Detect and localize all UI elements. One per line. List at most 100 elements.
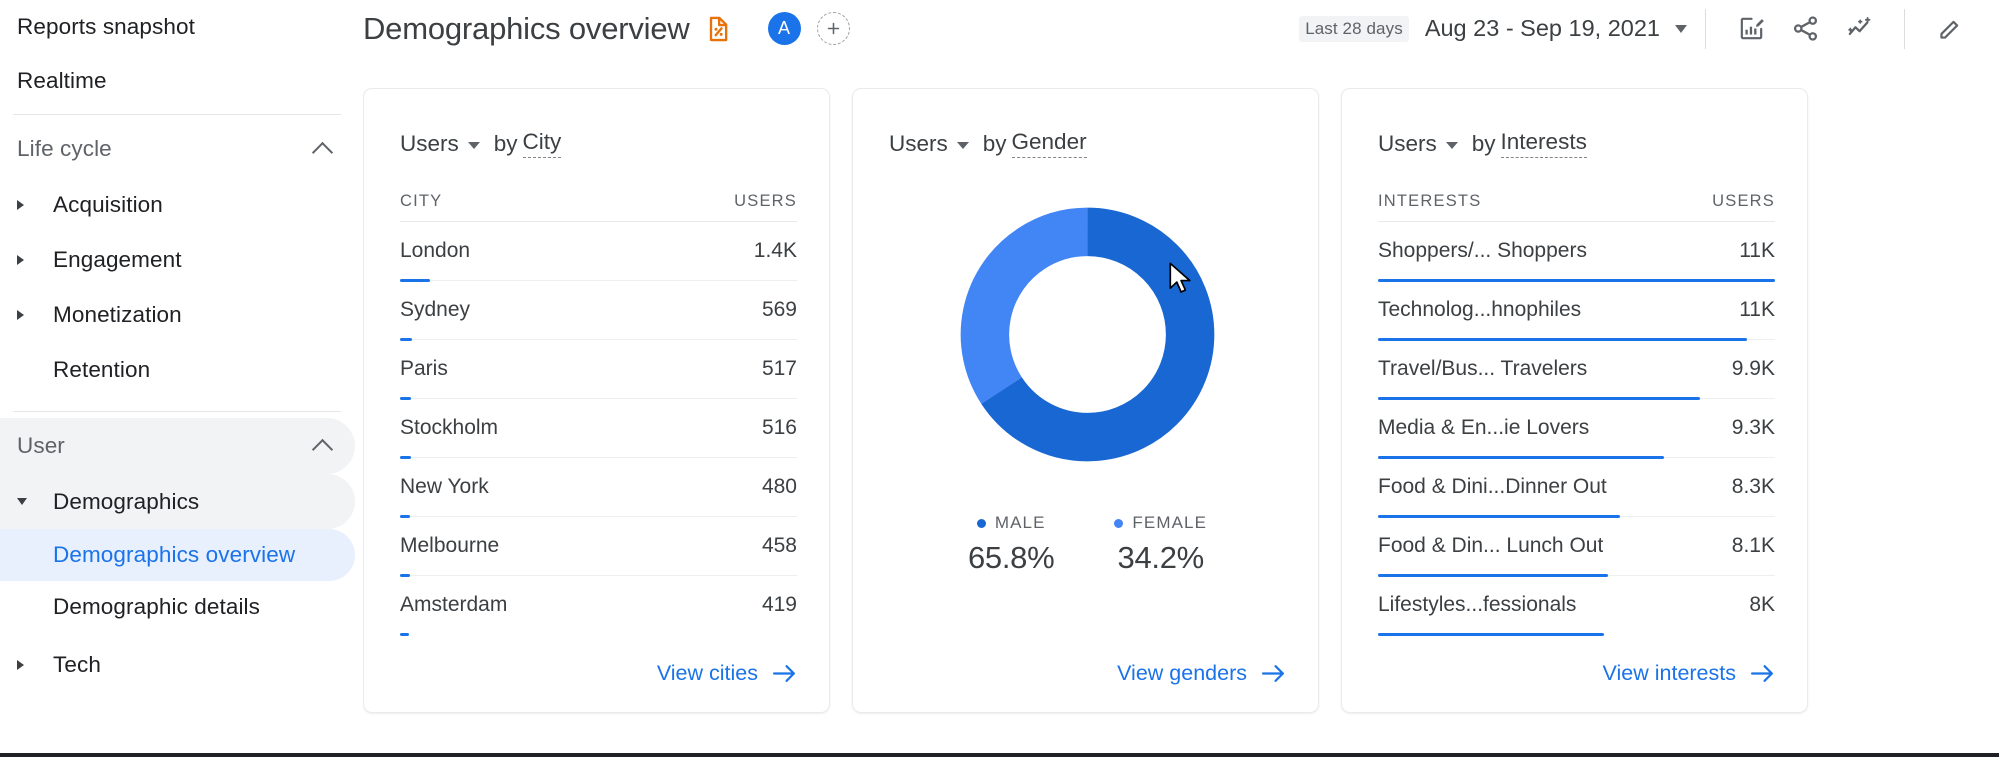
metric-selector[interactable]: Users: [889, 131, 948, 157]
metric-selector[interactable]: Users: [1378, 131, 1437, 157]
arrow-right-icon: [1261, 664, 1286, 683]
arrow-right-icon: [1750, 664, 1775, 683]
row-value: 480: [761, 475, 797, 498]
sidebar-item-monetization[interactable]: Monetization: [0, 287, 355, 342]
caret-right-icon[interactable]: [17, 659, 53, 670]
card-footer: View cities: [364, 661, 797, 686]
sidebar-item-demographics-overview[interactable]: Demographics overview: [0, 529, 355, 581]
sidebar-item-label: Demographic details: [53, 594, 261, 619]
customize-report-icon[interactable]: [1729, 7, 1773, 51]
view-cities-label: View cities: [656, 661, 758, 685]
caret-right-icon[interactable]: [17, 199, 53, 210]
header-right-controls: Last 28 days Aug 23 - Sep 19, 2021: [1299, 7, 1999, 51]
card-header: Users by City: [400, 129, 797, 158]
column-header-metric: USERS: [1712, 192, 1775, 210]
sidebar-item-label: Engagement: [53, 246, 182, 272]
table-row[interactable]: Travel/Bus... Travelers 9.9K: [1378, 340, 1775, 400]
insights-icon[interactable]: [1837, 7, 1881, 51]
dimension-selector[interactable]: Gender: [1011, 129, 1087, 158]
view-interests-link[interactable]: View interests: [1603, 661, 1775, 686]
card-header: Users by Gender: [889, 129, 1286, 158]
date-range-picker[interactable]: Aug 23 - Sep 19, 2021: [1425, 15, 1660, 42]
chevron-down-icon[interactable]: [1675, 24, 1687, 33]
chevron-down-icon[interactable]: [1445, 142, 1458, 149]
gender-donut-chart[interactable]: [889, 192, 1286, 477]
table-row[interactable]: Media & En...ie Lovers 9.3K: [1378, 399, 1775, 459]
card-header: Users by Interests: [1378, 129, 1775, 158]
table-row[interactable]: London 1.4K: [400, 222, 797, 282]
arrow-right-icon: [772, 664, 797, 683]
sidebar-item-label: Demographics overview: [53, 542, 296, 567]
table-row[interactable]: New York 480: [400, 458, 797, 518]
avatar[interactable]: A: [767, 12, 801, 45]
interests-table-body: Shoppers/... Shoppers 11K Technolog...hn…: [1378, 222, 1775, 636]
card-footer: View interests: [1342, 661, 1775, 686]
row-bar: [1378, 632, 1605, 636]
row-value: 11K: [1739, 239, 1775, 262]
caret-down-icon[interactable]: [17, 498, 53, 505]
row-label: Melbourne: [400, 534, 500, 557]
row-value: 9.3K: [1731, 416, 1775, 439]
sidebar-divider: [13, 411, 341, 412]
row-value: 517: [761, 357, 797, 380]
column-header-metric: USERS: [734, 192, 797, 210]
row-label: Technolog...hnophiles: [1378, 298, 1582, 321]
add-user-button[interactable]: [816, 12, 850, 45]
row-value: 9.9K: [1731, 357, 1775, 380]
row-value: 458: [761, 534, 797, 557]
sidebar-item-label: Acquisition: [53, 191, 163, 217]
caret-right-icon[interactable]: [17, 309, 53, 320]
chevron-down-icon[interactable]: [956, 142, 969, 149]
sidebar-section-user[interactable]: User: [0, 418, 355, 474]
window-bottom-edge: [0, 753, 1999, 757]
sidebar-item-engagement[interactable]: Engagement: [0, 232, 355, 287]
view-interests-label: View interests: [1602, 661, 1736, 685]
row-label: Sydney: [400, 298, 471, 321]
sidebar-item-demographic-details[interactable]: Demographic details: [0, 581, 355, 633]
donut-svg: [960, 207, 1215, 462]
caret-right-icon[interactable]: [17, 254, 53, 265]
sidebar-item-demographics[interactable]: Demographics: [0, 474, 355, 529]
table-row[interactable]: Lifestyles...fessionals 8K: [1378, 576, 1775, 636]
edit-pencil-icon[interactable]: [1928, 7, 1972, 51]
chevron-down-icon[interactable]: [467, 142, 480, 149]
table-row[interactable]: Shoppers/... Shoppers 11K: [1378, 222, 1775, 282]
sidebar-item-reports-snapshot[interactable]: Reports snapshot: [0, 0, 355, 54]
table-row[interactable]: Paris 517: [400, 340, 797, 400]
sidebar-item-realtime[interactable]: Realtime: [0, 54, 355, 108]
chevron-up-icon[interactable]: [311, 438, 334, 460]
sidebar-item-retention[interactable]: Retention: [0, 342, 355, 397]
view-cities-link[interactable]: View cities: [657, 661, 797, 686]
dimension-selector[interactable]: City: [522, 129, 562, 158]
row-label: London: [400, 239, 471, 262]
row-label: Stockholm: [400, 416, 499, 439]
table-row[interactable]: Amsterdam 419: [400, 576, 797, 636]
left-sidebar-navigation: Reports snapshot Realtime Life cycle Acq…: [0, 0, 363, 757]
view-genders-link[interactable]: View genders: [1117, 661, 1286, 686]
chevron-up-icon[interactable]: [311, 141, 334, 163]
column-header-dimension: CITY: [400, 192, 443, 210]
sidebar-divider: [13, 114, 341, 115]
sidebar-item-label: Retention: [53, 356, 151, 382]
sidebar-section-life-cycle[interactable]: Life cycle: [0, 121, 355, 177]
dimension-selector[interactable]: Interests: [1500, 129, 1587, 158]
card-users-by-city: Users by City CITY USERS London 1.4K Syd…: [363, 88, 830, 713]
share-icon[interactable]: [1783, 7, 1827, 51]
by-label: by: [1471, 130, 1496, 156]
table-row[interactable]: Melbourne 458: [400, 517, 797, 577]
table-row[interactable]: Stockholm 516: [400, 399, 797, 459]
sidebar-item-acquisition[interactable]: Acquisition: [0, 177, 355, 232]
main-content-area: Demographics overview A Last 28 days Aug…: [363, 0, 1999, 757]
sidebar-section-label: User: [17, 433, 65, 458]
legend-percent: 65.8%: [967, 540, 1055, 575]
row-value: 8.1K: [1731, 534, 1775, 557]
table-row[interactable]: Sydney 569: [400, 281, 797, 341]
sidebar-item-tech[interactable]: Tech: [0, 637, 355, 692]
row-value: 569: [761, 298, 797, 321]
metric-selector[interactable]: Users: [400, 131, 459, 157]
table-row[interactable]: Food & Din... Lunch Out 8.1K: [1378, 517, 1775, 577]
mouse-cursor: [1169, 262, 1195, 301]
table-row[interactable]: Technolog...hnophiles 11K: [1378, 281, 1775, 341]
table-row[interactable]: Food & Dini...Dinner Out 8.3K: [1378, 458, 1775, 518]
percent-document-icon[interactable]: [704, 15, 732, 43]
